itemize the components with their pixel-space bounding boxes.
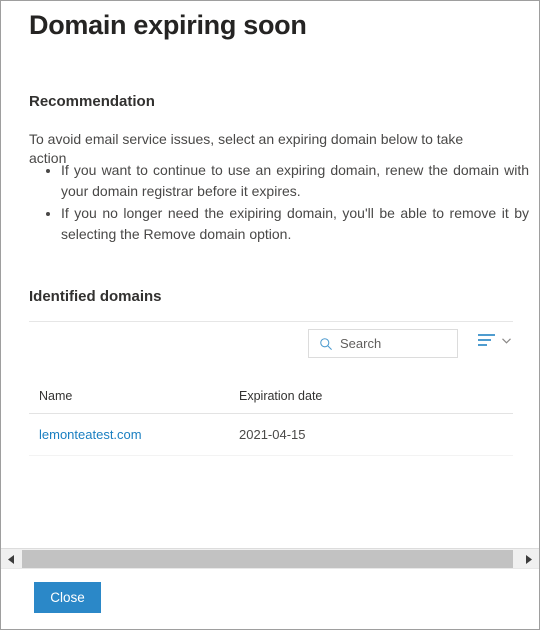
horizontal-scrollbar[interactable]: [1, 548, 539, 569]
domain-name-link[interactable]: lemonteatest.com: [39, 427, 142, 442]
recommendation-heading: Recommendation: [29, 93, 155, 110]
scroll-right-button[interactable]: [518, 549, 539, 569]
column-header-name[interactable]: Name: [29, 389, 229, 414]
command-bar: 1 item: [29, 329, 513, 361]
search-input[interactable]: [340, 336, 440, 351]
filter-icon: [478, 334, 495, 346]
search-box[interactable]: [308, 329, 458, 358]
cell-domain-name: lemonteatest.com: [29, 413, 229, 456]
cell-expiration-date: 2021-04-15: [229, 413, 513, 456]
triangle-right-icon: [526, 554, 532, 564]
domains-table: Name Expiration date lemonteatest.com 20…: [29, 389, 513, 456]
identified-domains-heading: Identified domains: [29, 288, 162, 305]
scroll-thumb[interactable]: [22, 550, 514, 568]
table-header-row: Name Expiration date: [29, 389, 513, 414]
dialog-footer: Close: [1, 568, 539, 629]
chevron-down-icon: [502, 337, 511, 344]
section-divider: [29, 321, 513, 322]
dialog-content: Domain expiring soon Recommendation To a…: [1, 1, 539, 548]
scroll-left-button[interactable]: [1, 549, 22, 569]
close-button[interactable]: Close: [34, 582, 101, 613]
recommendation-bullet-list: If you want to continue to use an expiri…: [41, 160, 529, 246]
filter-control[interactable]: [478, 333, 513, 347]
page-title: Domain expiring soon: [29, 10, 307, 40]
domain-expiring-dialog: Domain expiring soon Recommendation To a…: [0, 0, 540, 630]
list-item: If you no longer need the exipiring doma…: [61, 203, 529, 245]
search-icon: [320, 337, 332, 350]
triangle-left-icon: [8, 554, 14, 564]
scroll-track[interactable]: [22, 549, 518, 569]
table-row[interactable]: lemonteatest.com 2021-04-15: [29, 413, 513, 456]
list-item: If you want to continue to use an expiri…: [61, 160, 529, 202]
column-header-expiration-date[interactable]: Expiration date: [229, 389, 513, 414]
